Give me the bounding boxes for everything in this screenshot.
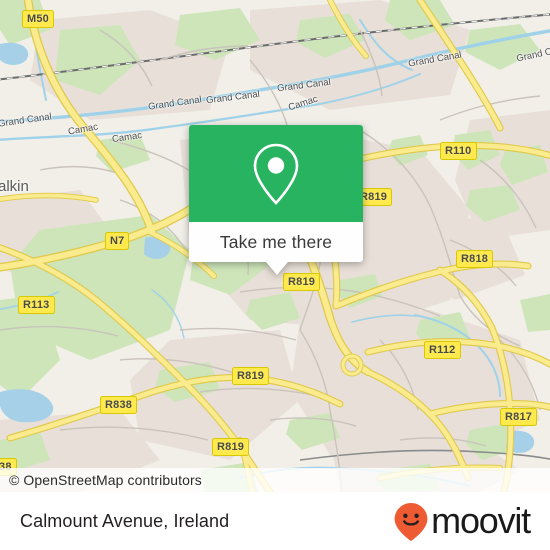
route-shield[interactable]: R819 — [232, 367, 270, 385]
moovit-wordmark: moovit — [431, 500, 531, 541]
route-shield[interactable]: R818 — [456, 250, 494, 268]
popup-header — [189, 125, 363, 222]
map-place-label: alkin — [0, 178, 29, 195]
location-title: Calmount Avenue, Ireland — [20, 510, 230, 531]
map-container[interactable]: Grand Canal Grand Canal Grand Canal Gran… — [0, 0, 550, 492]
popup-tail — [266, 261, 288, 275]
location-pin-icon — [253, 143, 299, 205]
route-shield[interactable]: R113 — [18, 296, 55, 314]
route-shield[interactable]: R817 — [500, 408, 538, 426]
route-shield[interactable]: R838 — [100, 396, 138, 414]
route-shield[interactable]: M50 — [22, 10, 54, 28]
map-attribution-bar: © OpenStreetMap contributors — [0, 468, 550, 492]
page-footer: Calmount Avenue, Ireland moovit — [0, 492, 550, 550]
moovit-logo[interactable]: moovit — [392, 500, 550, 543]
moovit-map-page: Grand Canal Grand Canal Grand Canal Gran… — [0, 0, 550, 550]
route-shield[interactable]: R110 — [440, 142, 477, 160]
route-shield[interactable]: R819 — [283, 273, 321, 291]
route-shield[interactable]: N7 — [105, 232, 130, 250]
route-shield[interactable]: R112 — [424, 341, 461, 359]
popup-action-bar[interactable]: Take me there — [189, 222, 363, 262]
route-shield[interactable]: R819 — [212, 438, 250, 456]
take-me-there-label: Take me there — [219, 231, 333, 252]
osm-attribution-text: © OpenStreetMap contributors — [9, 472, 202, 488]
moovit-smiley-pin-icon — [394, 502, 428, 541]
take-me-there-popup[interactable]: Take me there — [189, 125, 363, 275]
